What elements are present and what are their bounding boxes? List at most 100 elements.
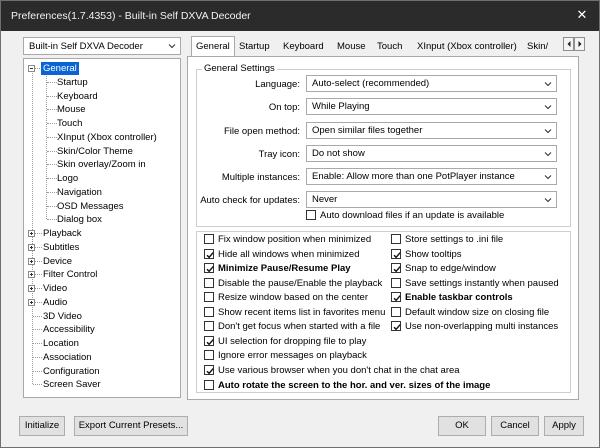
checkbox-box[interactable] — [391, 263, 401, 274]
checkbox-label: Show recent items list in favorites menu — [218, 306, 386, 318]
expand-plus-icon[interactable] — [28, 298, 35, 306]
tree-item-label: Startup — [57, 76, 88, 88]
tree-item-navigation[interactable]: Navigation — [24, 186, 180, 199]
settings-combo-3[interactable]: Do not show — [306, 145, 557, 162]
checkbox-box[interactable] — [204, 277, 214, 288]
checkbox-box[interactable] — [204, 379, 214, 390]
initialize-button[interactable]: Initialize — [19, 416, 65, 436]
expand-plus-icon[interactable] — [28, 243, 35, 251]
checkbox-box[interactable] — [204, 321, 214, 332]
checkbox-box[interactable] — [204, 263, 214, 274]
general-settings-title: General Settings — [202, 63, 277, 74]
expand-plus-icon[interactable] — [28, 257, 35, 265]
expand-plus-icon[interactable] — [28, 230, 35, 237]
checkbox-box[interactable] — [391, 292, 401, 303]
checkbox-box[interactable] — [391, 234, 401, 244]
checkbox-box[interactable] — [204, 248, 214, 259]
tab-skin[interactable]: Skin/ — [522, 38, 553, 56]
tree-item-playback[interactable]: Playback — [24, 227, 180, 240]
chevron-down-icon — [544, 173, 552, 181]
tree-item-osd-messages[interactable]: OSD Messages — [24, 200, 180, 213]
collapse-minus-icon[interactable] — [28, 65, 35, 72]
expand-plus-icon[interactable] — [28, 285, 35, 292]
tree-item-device[interactable]: Device — [24, 255, 180, 268]
settings-combo-1[interactable]: While Playing — [306, 98, 557, 115]
settings-combo-5[interactable]: Never — [306, 191, 557, 208]
checkbox-label: Show tooltips — [405, 248, 462, 260]
tab-touch[interactable]: Touch — [372, 38, 407, 56]
chevron-down-icon — [544, 127, 552, 135]
tree-item-association[interactable]: Association — [24, 351, 180, 364]
tree-item-subtitles[interactable]: Subtitles — [24, 241, 180, 254]
cancel-button[interactable]: Cancel — [491, 416, 539, 436]
close-icon[interactable]: ✕ — [575, 8, 589, 22]
settings-combo-value: Do not show — [312, 148, 365, 159]
tree-item-startup[interactable]: Startup — [24, 76, 180, 89]
checkbox-box[interactable] — [204, 292, 214, 303]
checkbox-label: Save settings instantly when paused — [405, 277, 559, 289]
checkbox-label: Fix window position when minimized — [218, 234, 372, 245]
tree-item-logo[interactable]: Logo — [24, 172, 180, 185]
tree-item-accessibility[interactable]: Accessibility — [24, 323, 180, 336]
tree-item-mouse[interactable]: Mouse — [24, 103, 180, 116]
tree-item-xinput-xbox-controller[interactable]: XInput (Xbox controller) — [24, 131, 180, 144]
tree-item-label: Subtitles — [43, 241, 80, 253]
checkbox-label: Auto rotate the screen to the hor. and v… — [218, 379, 491, 391]
tree-item-label: Logo — [57, 173, 79, 184]
checkbox-box[interactable] — [204, 306, 214, 317]
category-tree[interactable]: General Startup Keyboard Mouse Touch XInput (… — [23, 58, 181, 398]
tree-item-screen-saver[interactable]: Screen Saver — [24, 378, 180, 391]
tab-mouse[interactable]: Mouse — [332, 38, 371, 56]
expand-plus-icon[interactable] — [28, 271, 35, 279]
tab-xinput-xbox-controller[interactable]: XInput (Xbox controller) — [412, 38, 522, 56]
checkbox-box[interactable] — [204, 335, 214, 346]
settings-combo-2[interactable]: Open similar files together — [306, 122, 557, 139]
tree-item-configuration[interactable]: Configuration — [24, 365, 180, 378]
tree-item-label: OSD Messages — [57, 200, 124, 212]
tree-item-touch[interactable]: Touch — [24, 117, 180, 130]
tree-item-dialog-box[interactable]: Dialog box — [24, 213, 180, 226]
checkbox-label: Enable taskbar controls — [405, 292, 513, 304]
settings-combo-value: Never — [312, 194, 338, 205]
tab-scroll-right-button[interactable] — [574, 37, 585, 51]
settings-combo-value: While Playing — [312, 101, 370, 112]
ok-button[interactable]: OK — [438, 416, 486, 436]
checkbox-box[interactable] — [391, 306, 401, 317]
chevron-down-icon — [544, 103, 552, 111]
tree-item-label: 3D Video — [43, 310, 82, 322]
tree-item-general[interactable]: General — [24, 62, 180, 75]
tab-startup[interactable]: Startup — [234, 38, 275, 56]
title-bar[interactable]: Preferences(1.7.4353) - Built-in Self DX… — [1, 1, 599, 31]
tree-item-label: Dialog box — [57, 214, 102, 226]
tree-item-skin-overlay-zoom-in[interactable]: Skin overlay/Zoom in — [24, 158, 180, 171]
checkbox-label: Disable the pause/Enable the playback — [218, 277, 383, 289]
tree-item-label: Association — [43, 351, 92, 363]
tree-item-3d-video[interactable]: 3D Video — [24, 310, 180, 323]
checkbox-box[interactable] — [391, 248, 401, 259]
settings-combo-0[interactable]: Auto-select (recommended) — [306, 75, 557, 92]
tree-item-filter-control[interactable]: Filter Control — [24, 268, 180, 281]
tree-item-location[interactable]: Location — [24, 337, 180, 350]
checkbox-box[interactable] — [204, 364, 214, 375]
checkbox-box[interactable] — [204, 234, 214, 244]
tree-item-keyboard[interactable]: Keyboard — [24, 90, 180, 103]
checkbox-label: Hide all windows when minimized — [218, 248, 360, 260]
tree-item-label: Accessibility — [43, 324, 95, 336]
profile-combo[interactable]: Built-in Self DXVA Decoder — [23, 37, 181, 55]
checkbox-box[interactable] — [204, 350, 214, 361]
tab-scroll-left-button[interactable] — [563, 37, 574, 51]
checkbox-box[interactable] — [391, 321, 401, 332]
tab-general[interactable]: General — [191, 36, 235, 56]
tree-item-video[interactable]: Video — [24, 282, 180, 295]
apply-button[interactable]: Apply — [544, 416, 584, 436]
chevron-down-icon — [544, 80, 552, 88]
checkbox-box[interactable] — [306, 210, 316, 220]
tree-item-skin-color-theme[interactable]: Skin/Color Theme — [24, 145, 180, 158]
settings-combo-value: Enable: Allow more than one PotPlayer in… — [312, 171, 515, 182]
tab-keyboard[interactable]: Keyboard — [278, 38, 329, 56]
settings-combo-4[interactable]: Enable: Allow more than one PotPlayer in… — [306, 168, 557, 185]
tree-item-label: Video — [43, 283, 68, 294]
export-presets-button[interactable]: Export Current Presets... — [74, 416, 188, 436]
checkbox-box[interactable] — [391, 277, 401, 288]
tree-item-audio[interactable]: Audio — [24, 296, 180, 309]
